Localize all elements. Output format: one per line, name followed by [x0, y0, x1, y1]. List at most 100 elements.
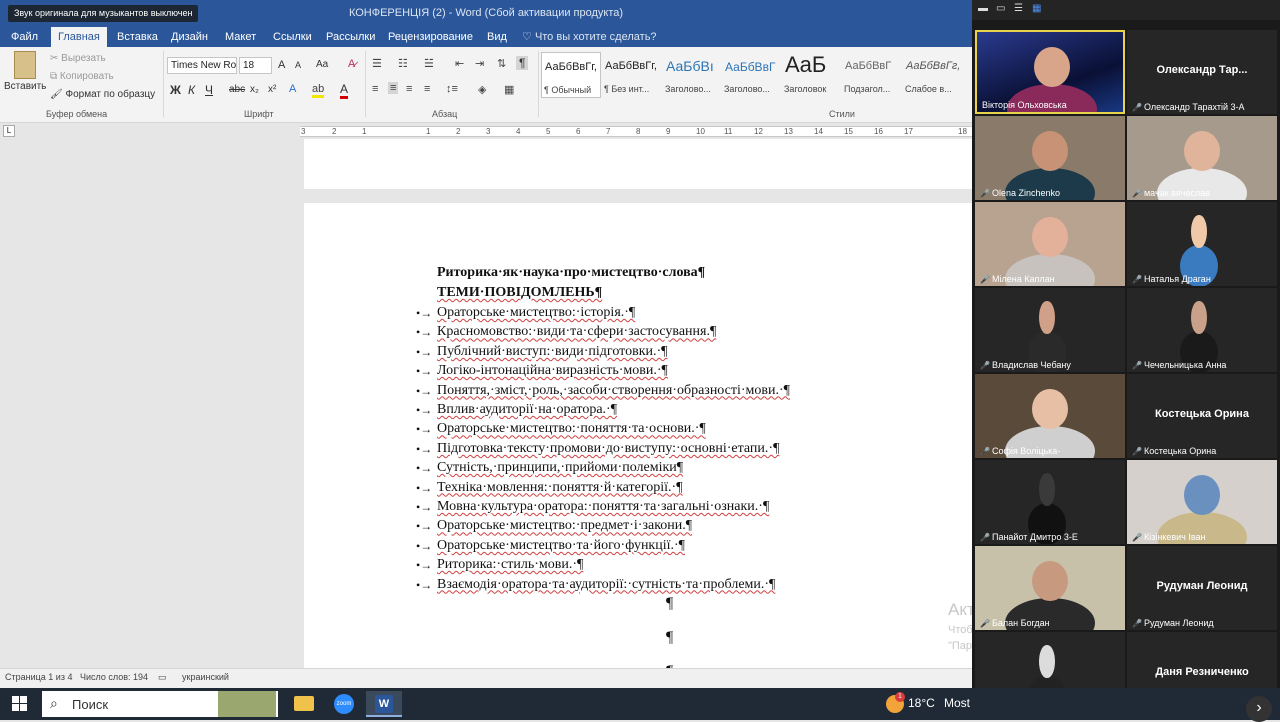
participant-tile[interactable]: 🎤 мачак вячеслав	[1127, 116, 1277, 200]
highlight-icon[interactable]: ab	[312, 83, 325, 98]
list-item: Публічний·виступ:·види·підготовки.·¶	[437, 343, 668, 359]
font-size-select[interactable]: 18	[239, 57, 272, 74]
paste-icon[interactable]	[14, 51, 36, 79]
participant-tile[interactable]: Костецька Орина 🎤 Костецька Орина	[1127, 374, 1277, 458]
windows-start-icon[interactable]	[12, 696, 28, 712]
style-heading-1[interactable]: АаБбВı Заголово...	[663, 52, 723, 98]
tab-layout[interactable]: Макет	[218, 27, 263, 47]
language[interactable]: украинский	[182, 672, 229, 682]
change-case-button[interactable]: Aa	[316, 59, 328, 70]
copy-label: Копировать	[59, 71, 114, 82]
style-heading-2[interactable]: АаБбВвГ Заголово...	[722, 52, 782, 98]
align-left-icon[interactable]: ≡	[372, 83, 378, 95]
participant-name-text: Олександр Тарахтій 3-А	[1143, 102, 1245, 112]
format-painter-label: Формат по образцу	[65, 89, 156, 100]
multilevel-list-icon[interactable]: ☱	[424, 57, 434, 70]
style-name: Заголово...	[724, 84, 770, 94]
tab-file[interactable]: Файл	[4, 27, 45, 47]
page-count[interactable]: Страница 1 из 4	[5, 672, 72, 682]
tab-mailings[interactable]: Рассылки	[319, 27, 382, 47]
participant-tile[interactable]: Рудуман Леонид 🎤 Рудуман Леонид	[1127, 546, 1277, 630]
ruler-number: 9	[666, 127, 671, 136]
participant-face	[1191, 214, 1207, 249]
participant-tile[interactable]: 🎤 Владислав Чебану	[975, 288, 1125, 372]
layout-icon[interactable]: ☰	[1014, 3, 1023, 14]
style-name: Заголово...	[665, 84, 711, 94]
ruler-number: 12	[754, 127, 763, 136]
borders-icon[interactable]: ▦	[504, 83, 514, 96]
participant-tile[interactable]: 🎤 Мілена Каплан	[975, 202, 1125, 286]
file-explorer-icon[interactable]	[286, 691, 322, 717]
style-subtle-emphasis[interactable]: АаБбВвГг, Слабое в...	[903, 52, 963, 98]
word-app-icon[interactable]: W	[366, 691, 402, 717]
show-formatting-button[interactable]: ¶	[516, 56, 529, 70]
format-painter-button[interactable]: 🖌 Формат по образцу	[50, 89, 155, 100]
bold-button[interactable]: Ж	[170, 83, 181, 97]
participant-tile[interactable]: 🎤 Olena Zinchenko	[975, 116, 1125, 200]
tell-me-box[interactable]: ♡ Что вы хотите сделать?	[522, 27, 657, 47]
sort-icon[interactable]: ⇅	[497, 57, 506, 70]
weather-temperature[interactable]: 18°C	[908, 696, 935, 710]
tab-review[interactable]: Рецензирование	[381, 27, 480, 47]
participant-tile[interactable]: 🎤 Балан Богдан	[975, 546, 1125, 630]
minimize-icon[interactable]: ▬	[978, 3, 988, 14]
tab-view[interactable]: Вид	[480, 27, 514, 47]
participant-tile[interactable]: 🎤 Софія Воліцька-	[975, 374, 1125, 458]
document-page[interactable]: Риторика·як·наука·про·мистецтво·слова¶ Т…	[304, 203, 972, 668]
grow-font-button[interactable]: A	[278, 59, 285, 71]
zoom-next-page-button[interactable]: ›	[1246, 696, 1272, 722]
decrease-indent-icon[interactable]: ⇤	[455, 57, 464, 70]
style-subtitle[interactable]: АаБбВвГ Подзагол...	[842, 52, 902, 98]
strikethrough-button[interactable]: abc	[229, 84, 245, 95]
participant-tile[interactable]: 🎤 Кізінкевич Іван	[1127, 460, 1277, 544]
font-color-button[interactable]: A	[340, 82, 349, 99]
paste-button[interactable]: Вставить	[4, 81, 46, 92]
increase-indent-icon[interactable]: ⇥	[475, 57, 484, 70]
underline-button[interactable]: Ч	[205, 83, 213, 97]
tab-design[interactable]: Дизайн	[164, 27, 215, 47]
subscript-button[interactable]: x₂	[250, 84, 259, 95]
italic-button[interactable]: К	[188, 83, 195, 97]
tab-stop-selector[interactable]: L	[3, 125, 15, 137]
superscript-button[interactable]: x²	[268, 84, 276, 95]
zoom-app-icon[interactable]: zoom	[326, 691, 362, 717]
taskbar-search[interactable]: ⌕ Поиск	[42, 691, 278, 717]
tab-references[interactable]: Ссылки	[266, 27, 319, 47]
participant-tile[interactable]: Олександр Тар... 🎤 Олександр Тарахтій 3-А	[1127, 30, 1277, 114]
proofing-icon[interactable]: ▭	[158, 672, 167, 683]
tab-home[interactable]: Главная	[51, 27, 107, 47]
numbering-icon[interactable]: ☷	[398, 57, 408, 70]
tab-insert[interactable]: Вставка	[110, 27, 165, 47]
shading-icon[interactable]: ◈	[478, 83, 486, 96]
participant-tile[interactable]: 🎤 Чечельницька Анна	[1127, 288, 1277, 372]
word-count[interactable]: Число слов: 194	[80, 672, 148, 682]
participant-name: 🎤 Наталья Драган	[1132, 274, 1211, 284]
text-effects-icon[interactable]: A	[289, 83, 296, 95]
list-bullet: •→	[416, 306, 433, 320]
clear-format-icon[interactable]: A̷	[348, 58, 355, 70]
weather-icon[interactable]: 1	[886, 692, 905, 713]
participant-tile[interactable]: 🎤 Панайот Дмитро 3-Е	[975, 460, 1125, 544]
align-center-icon[interactable]: ≡	[388, 82, 399, 94]
style-title[interactable]: AaБ Заголовок	[782, 52, 842, 98]
bullets-icon[interactable]: ☰	[372, 57, 382, 70]
shrink-font-button[interactable]: A	[295, 60, 301, 70]
style-normal[interactable]: АаБбВвГг, ¶ Обычный	[541, 52, 601, 98]
align-right-icon[interactable]: ≡	[406, 83, 412, 95]
participant-tile[interactable]: Вікторія Ольховська	[975, 30, 1125, 114]
previous-page	[304, 139, 972, 189]
style-no-spacing[interactable]: АаБбВвГг, ¶ Без инт...	[602, 52, 662, 98]
style-sample: АаБбВвГг,	[906, 60, 961, 72]
restore-icon[interactable]: ▭	[996, 3, 1005, 14]
justify-icon[interactable]: ≡	[424, 83, 430, 95]
gallery-view-icon[interactable]: ▦	[1032, 3, 1041, 14]
document-canvas[interactable]: Риторика·як·наука·про·мистецтво·слова¶ Т…	[0, 139, 972, 668]
ruler[interactable]: L 3 2 1 1 2 3 4 5 6 7 8 9 10 11 12 13 14…	[0, 123, 972, 139]
cut-button[interactable]: ✂ Вырезать	[50, 53, 106, 64]
participant-tile[interactable]: 🎤 Наталья Драган	[1127, 202, 1277, 286]
weather-condition[interactable]: Most	[944, 696, 970, 710]
copy-button[interactable]: ⧉ Копировать	[50, 71, 114, 82]
font-name-select[interactable]: Times New Ro	[167, 57, 237, 74]
list-bullet: •→	[416, 383, 433, 398]
line-spacing-icon[interactable]: ↕≡	[446, 83, 458, 95]
